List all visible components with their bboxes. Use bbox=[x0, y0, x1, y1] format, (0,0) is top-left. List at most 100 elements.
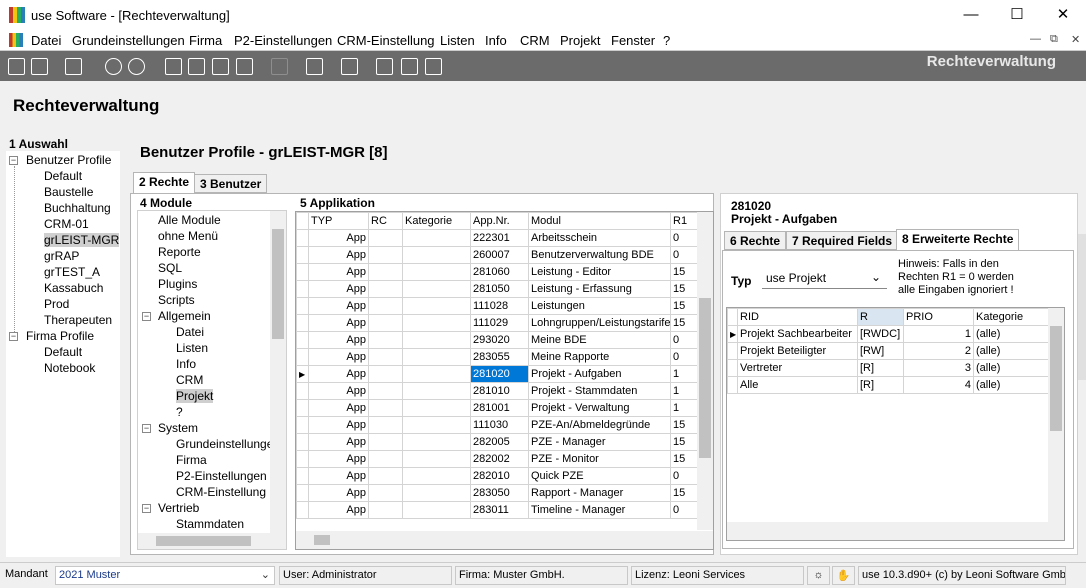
table-row[interactable]: Alle [R] 4 (alle) bbox=[727, 376, 1050, 394]
tree-item[interactable]: Listen bbox=[176, 341, 208, 355]
menu-projekt[interactable]: Projekt bbox=[560, 33, 600, 48]
table-cell[interactable]: 281050 bbox=[470, 280, 529, 298]
column-header[interactable]: Kategorie bbox=[973, 308, 1050, 326]
table-cell[interactable]: 15 bbox=[670, 297, 699, 315]
table-cell[interactable]: 15 bbox=[670, 433, 699, 451]
table-row[interactable]: App 283011 Timeline - Manager 0 bbox=[296, 501, 699, 519]
save-icon[interactable] bbox=[31, 58, 48, 75]
tree-item-selected[interactable]: Projekt bbox=[176, 389, 214, 403]
table-cell[interactable]: 0 bbox=[670, 501, 699, 519]
table-cell[interactable]: 15 bbox=[670, 416, 699, 434]
menu-p2-einstellungen[interactable]: P2-Einstellungen bbox=[234, 33, 332, 48]
collapse-icon[interactable]: − bbox=[142, 504, 151, 513]
table-cell[interactable] bbox=[368, 246, 403, 264]
tree-item[interactable]: Baustelle bbox=[44, 185, 93, 199]
table-cell[interactable] bbox=[368, 348, 403, 366]
table-cell[interactable]: (alle) bbox=[973, 342, 1050, 360]
table-cell[interactable] bbox=[402, 263, 471, 281]
tree-item-selected[interactable]: grLEIST-MGR bbox=[44, 233, 120, 247]
auswahl-tree[interactable]: − Benutzer Profile Default Baustelle Buc… bbox=[6, 151, 120, 557]
mandant-select[interactable]: 2021 Muster ⌄ bbox=[55, 566, 275, 585]
menu-info[interactable]: Info bbox=[485, 33, 507, 48]
tree-firma-profile[interactable]: Firma Profile bbox=[26, 329, 94, 343]
tree-item[interactable]: CRM-Einstellung bbox=[176, 485, 266, 499]
tree-item[interactable]: Notebook bbox=[44, 361, 95, 375]
tree-item[interactable]: Grundeinstellungen bbox=[176, 437, 280, 451]
tree-item[interactable]: CRM bbox=[176, 373, 203, 387]
table-row[interactable]: Projekt Beteiligter [RW] 2 (alle) bbox=[727, 342, 1050, 360]
column-header[interactable]: RID bbox=[737, 308, 858, 326]
tree-item[interactable]: P2-Einstellungen bbox=[176, 469, 267, 483]
form-icon[interactable] bbox=[401, 58, 418, 75]
tree-item[interactable]: Datei bbox=[176, 325, 204, 339]
tree-item[interactable]: Info bbox=[176, 357, 196, 371]
table-cell[interactable]: Meine Rapporte bbox=[528, 348, 671, 366]
table-cell[interactable]: 15 bbox=[670, 484, 699, 502]
tree-item[interactable]: ohne Menü bbox=[158, 229, 218, 243]
table-cell[interactable]: 0 bbox=[670, 229, 699, 247]
table-cell[interactable]: Lohngruppen/Leistungstarife bbox=[528, 314, 671, 332]
table-cell[interactable] bbox=[368, 501, 403, 519]
table-cell[interactable]: Projekt - Aufgaben bbox=[528, 365, 671, 383]
table-cell[interactable] bbox=[402, 229, 471, 247]
table-cell[interactable]: 260007 bbox=[470, 246, 529, 264]
table-row[interactable]: ▶ App 281020 Projekt - Aufgaben 1 bbox=[296, 365, 699, 383]
tree-item[interactable]: ? bbox=[176, 405, 183, 419]
table-cell[interactable]: [RWDC] bbox=[857, 325, 904, 343]
tree-item[interactable]: Plugins bbox=[158, 277, 197, 291]
tree-item[interactable]: grRAP bbox=[44, 249, 79, 263]
column-header[interactable]: Kategorie bbox=[402, 212, 471, 230]
table-cell[interactable]: Projekt Sachbearbeiter bbox=[737, 325, 858, 343]
table-cell[interactable]: 3 bbox=[903, 359, 974, 377]
table-cell[interactable]: Timeline - Manager bbox=[528, 501, 671, 519]
table-cell[interactable] bbox=[368, 433, 403, 451]
table-cell[interactable]: Projekt - Verwaltung bbox=[528, 399, 671, 417]
tree-item[interactable]: Firma bbox=[176, 453, 207, 467]
applikation-hscrollbar[interactable] bbox=[296, 531, 713, 549]
menu-grundeinstellungen[interactable]: Grundeinstellungen bbox=[72, 33, 185, 48]
table-cell[interactable]: 281001 bbox=[470, 399, 529, 417]
tree-item[interactable]: Therapeuten bbox=[44, 313, 112, 327]
table-cell[interactable] bbox=[368, 450, 403, 468]
applikation-grid[interactable]: TYP RC Kategorie App.Nr. Modul R1 App 222… bbox=[295, 211, 714, 550]
table-cell[interactable] bbox=[402, 331, 471, 349]
tree-item[interactable]: CRM-01 bbox=[44, 217, 89, 231]
column-header[interactable]: Modul bbox=[528, 212, 671, 230]
cancel-icon[interactable] bbox=[341, 58, 358, 75]
table-row[interactable]: App 283055 Meine Rapporte 0 bbox=[296, 348, 699, 366]
table-cell[interactable]: PZE-An/Abmeldegründe bbox=[528, 416, 671, 434]
table-cell[interactable]: App bbox=[308, 484, 369, 502]
table-cell[interactable]: 15 bbox=[670, 314, 699, 332]
last-record-icon[interactable] bbox=[236, 58, 253, 75]
menu-firma[interactable]: Firma bbox=[189, 33, 222, 48]
table-cell[interactable]: 0 bbox=[670, 348, 699, 366]
menu-listen[interactable]: Listen bbox=[440, 33, 475, 48]
table-cell[interactable] bbox=[368, 314, 403, 332]
table-cell[interactable]: Benutzerverwaltung BDE bbox=[528, 246, 671, 264]
table-row[interactable]: App 260007 Benutzerverwaltung BDE 0 bbox=[296, 246, 699, 264]
table-row[interactable]: App 111028 Leistungen 15 bbox=[296, 297, 699, 315]
table-cell[interactable]: Leistungen bbox=[528, 297, 671, 315]
maximize-button[interactable]: ☐ bbox=[994, 0, 1040, 30]
tree-item[interactable]: Alle Module bbox=[158, 213, 221, 227]
erweiterte-hscrollbar[interactable] bbox=[727, 522, 1064, 540]
tree-item[interactable]: Default bbox=[44, 345, 82, 359]
table-cell[interactable]: 15 bbox=[670, 450, 699, 468]
tab-required-fields[interactable]: 7 Required Fields bbox=[786, 231, 899, 250]
table-cell[interactable]: App bbox=[308, 348, 369, 366]
delete-icon[interactable] bbox=[306, 58, 323, 75]
table-cell[interactable]: (alle) bbox=[973, 325, 1050, 343]
table-cell[interactable]: [R] bbox=[857, 359, 904, 377]
table-row[interactable]: App 282010 Quick PZE 0 bbox=[296, 467, 699, 485]
column-header[interactable]: TYP bbox=[308, 212, 369, 230]
table-cell[interactable] bbox=[402, 280, 471, 298]
table-cell[interactable]: Alle bbox=[737, 376, 858, 394]
table-cell[interactable] bbox=[402, 382, 471, 400]
tab-rechte[interactable]: 2 Rechte bbox=[133, 172, 196, 193]
table-cell[interactable] bbox=[368, 331, 403, 349]
menu-help[interactable]: ? bbox=[663, 33, 670, 48]
table-cell[interactable] bbox=[402, 416, 471, 434]
table-row[interactable]: ▶ Projekt Sachbearbeiter [RWDC] 1 (alle) bbox=[727, 325, 1050, 343]
table-cell[interactable] bbox=[402, 501, 471, 519]
table-cell[interactable]: 283055 bbox=[470, 348, 529, 366]
